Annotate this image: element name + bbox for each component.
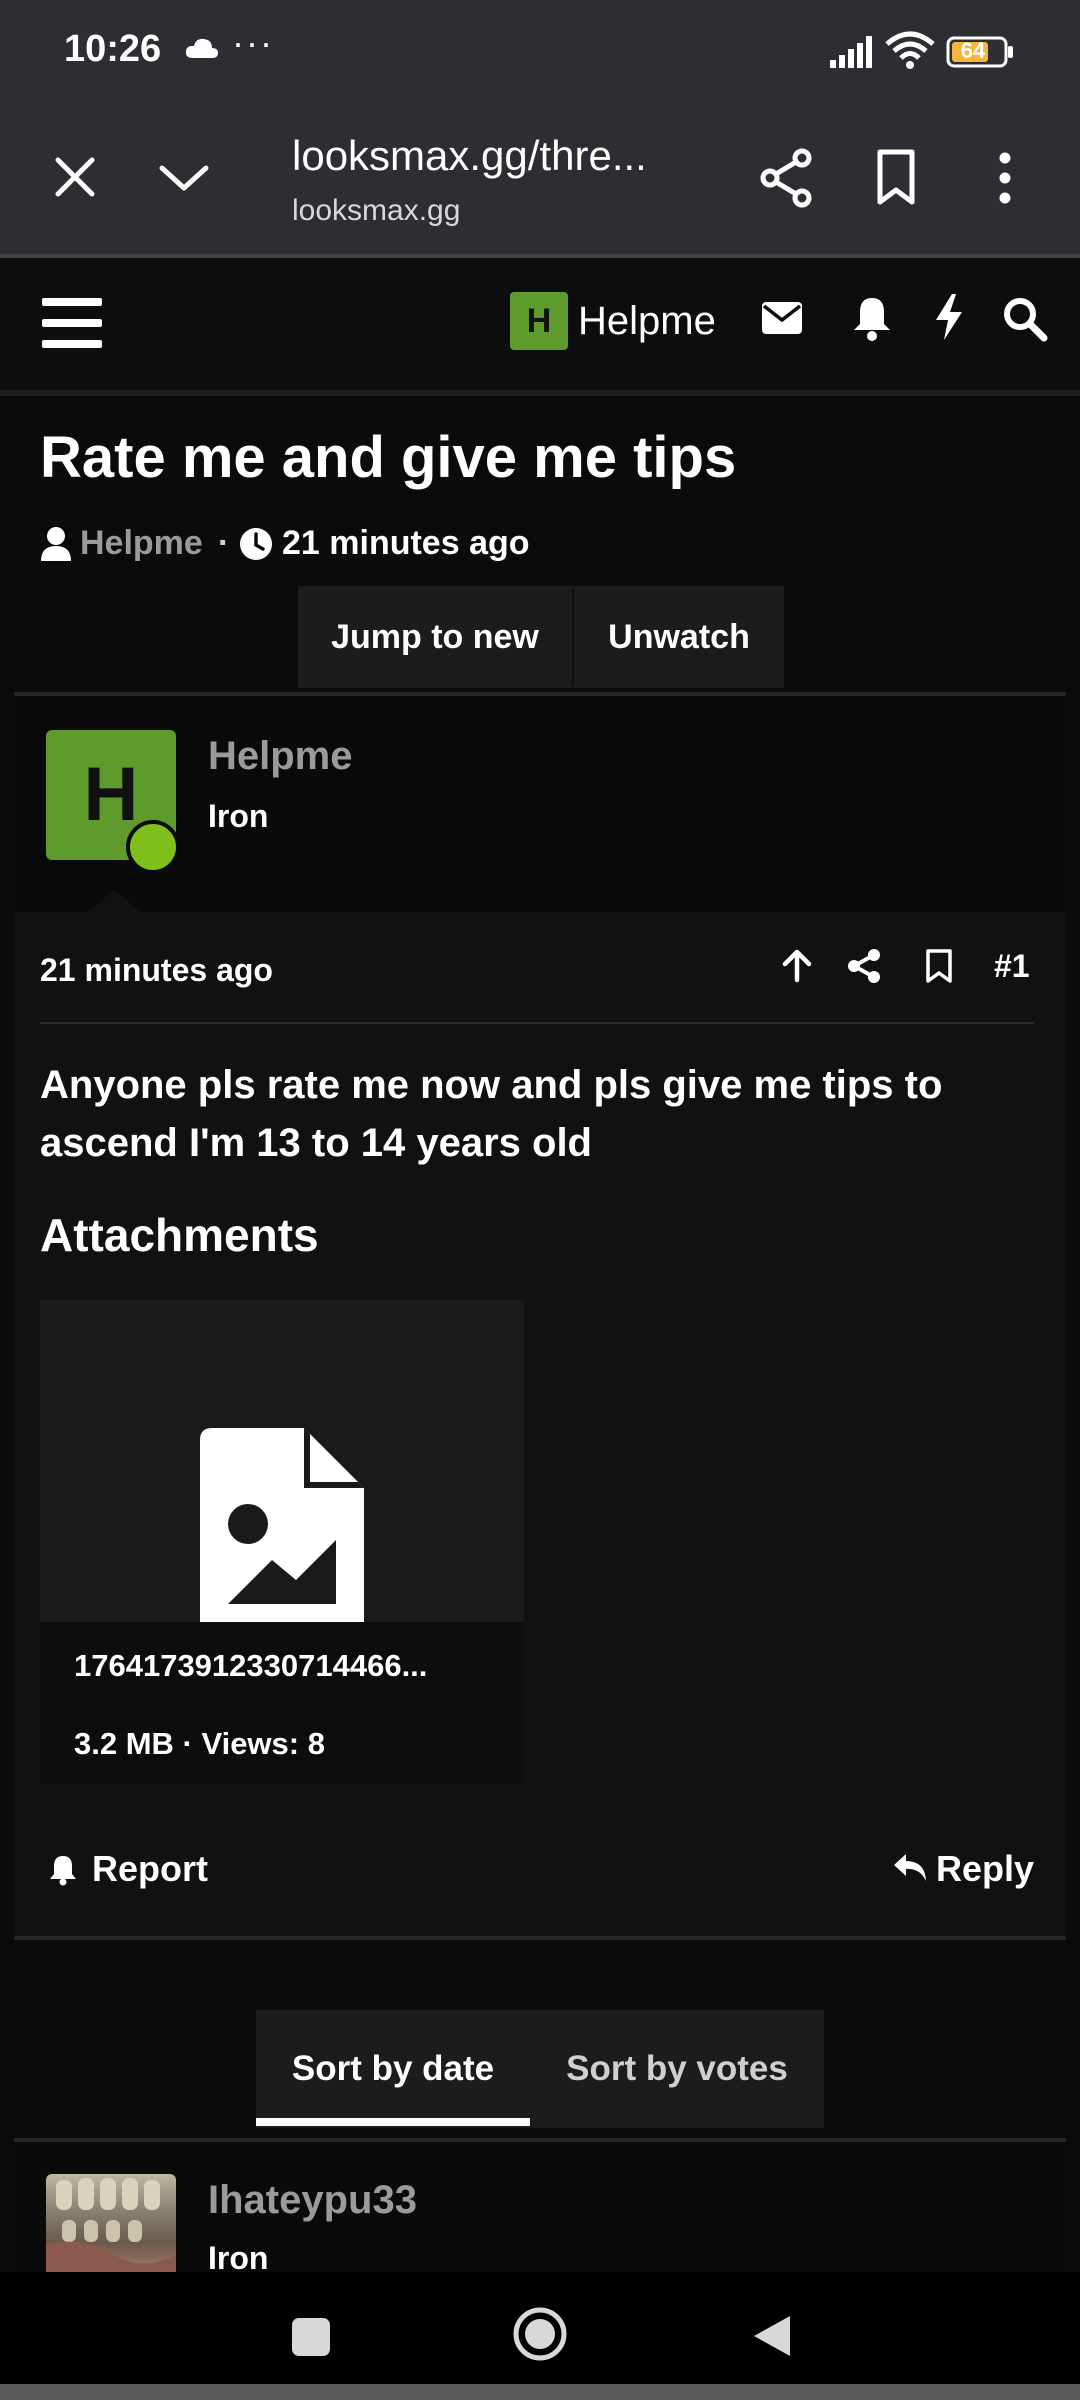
chevron-down-icon[interactable] [156, 150, 212, 204]
home-icon[interactable] [512, 2306, 568, 2362]
battery-level: 64 [960, 38, 986, 63]
search-icon[interactable] [1002, 296, 1048, 342]
post-username[interactable]: Helpme [208, 734, 353, 779]
attachment-filename[interactable]: 1764173912330714466... [74, 1648, 427, 1684]
share-icon[interactable] [758, 148, 816, 208]
signal-icon [830, 36, 872, 68]
thread-author[interactable]: Helpme [80, 524, 203, 563]
post-body: Anyone pls rate me now and pls give me t… [40, 1063, 943, 1165]
image-file-icon [200, 1428, 364, 1628]
reply-username[interactable]: Ihateypu33 [208, 2178, 417, 2223]
thread-title: Rate me and give me tips [40, 425, 737, 490]
clock-icon [240, 528, 272, 560]
url-domain: looksmax.gg [292, 194, 461, 227]
header-username[interactable]: Helpme [578, 292, 716, 350]
menu-icon[interactable] [42, 296, 104, 350]
attachments-heading: Attachments [40, 1209, 319, 1261]
unwatch-button[interactable]: Unwatch [574, 586, 784, 688]
status-time: 10:26 [64, 28, 162, 70]
more-vert-icon[interactable] [990, 148, 1020, 208]
wifi-icon [885, 31, 935, 69]
post-user-rank: Iron [208, 798, 269, 834]
tab-sort-by-date[interactable]: Sort by date [256, 2010, 530, 2128]
bookmark-icon[interactable] [924, 948, 954, 984]
reply-button[interactable]: Reply [936, 1848, 1034, 1890]
bell-icon[interactable] [850, 294, 894, 342]
post-bottom-border [14, 1936, 1066, 1940]
recent-apps-icon[interactable] [290, 2316, 332, 2358]
report-button[interactable]: Report [92, 1848, 208, 1890]
reply-icon[interactable] [892, 1850, 928, 1884]
url-text[interactable]: looksmax.gg/thre... [292, 132, 647, 180]
user-icon [41, 527, 71, 561]
jump-to-new-button[interactable]: Jump to new [298, 586, 572, 688]
tab-sort-by-votes[interactable]: Sort by votes [530, 2010, 824, 2128]
arrow-up-icon[interactable] [780, 948, 814, 984]
post-time[interactable]: 21 minutes ago [40, 952, 273, 989]
status-more-dots: ··· [232, 22, 274, 63]
active-tab-indicator [256, 2118, 530, 2126]
back-icon[interactable] [750, 2312, 794, 2360]
meta-separator: · [218, 524, 230, 562]
post-number[interactable]: #1 [994, 948, 1030, 985]
user-bar-pointer [88, 890, 140, 912]
bolt-icon[interactable] [932, 292, 966, 342]
bell-icon[interactable] [48, 1854, 78, 1886]
share-icon[interactable] [846, 948, 882, 984]
reply-avatar[interactable] [46, 2174, 176, 2272]
header-separator [0, 390, 1080, 396]
online-indicator [126, 820, 180, 874]
bookmark-icon[interactable] [872, 148, 920, 208]
mail-icon[interactable] [760, 298, 804, 338]
thread-time[interactable]: 21 minutes ago [282, 524, 530, 563]
attachment-meta: 3.2 MB · Views: 8 [74, 1726, 325, 1761]
post-divider [40, 1022, 1034, 1024]
header-avatar[interactable]: H [510, 292, 568, 350]
avatar-image [46, 2178, 176, 2272]
cloud-icon [185, 38, 218, 58]
close-icon[interactable] [48, 150, 102, 204]
gesture-strip [0, 2384, 1080, 2400]
